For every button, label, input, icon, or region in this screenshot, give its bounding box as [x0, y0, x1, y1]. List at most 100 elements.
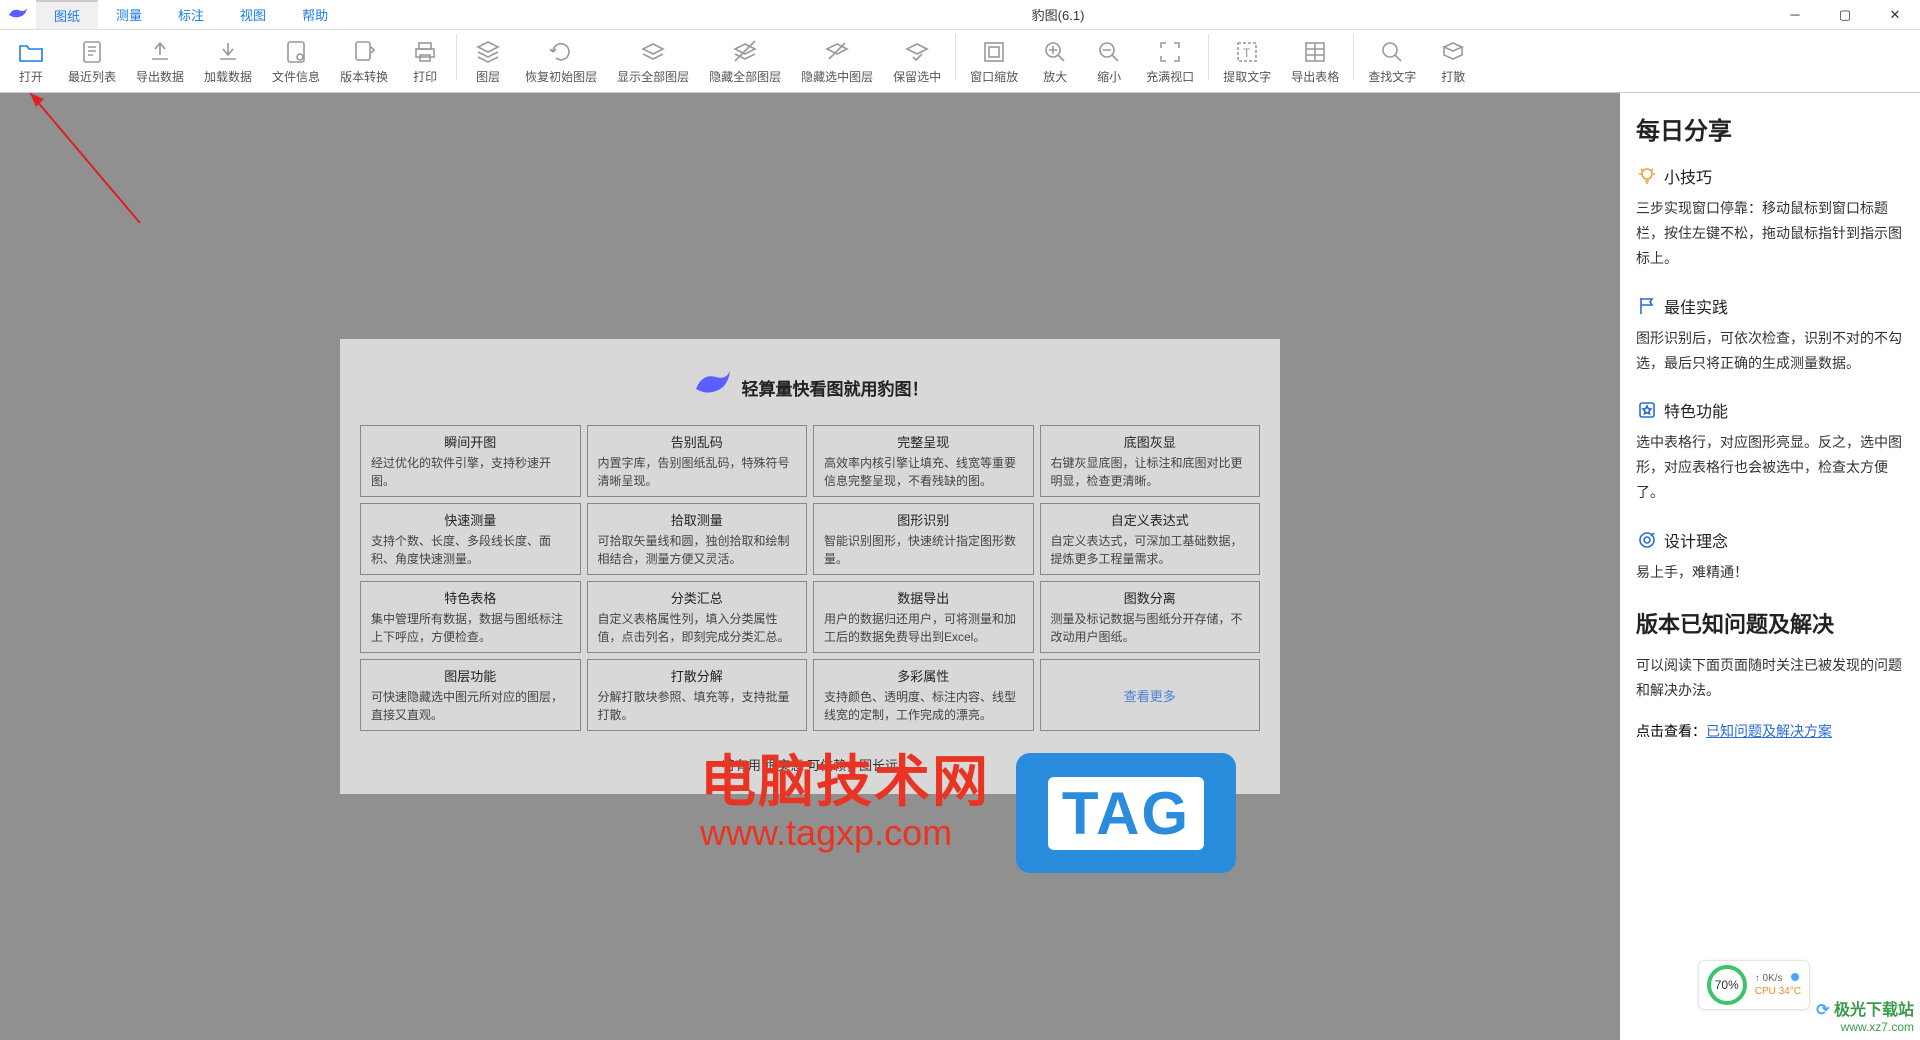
- feature-card: 图数分离测量及标记数据与图纸分开存储，不改动用户图纸。: [1040, 581, 1261, 653]
- ribbon-extract[interactable]: T提取文字: [1213, 34, 1281, 89]
- more-link[interactable]: 查看更多: [1124, 686, 1176, 705]
- ribbon-separator: [1208, 34, 1209, 80]
- issues-link-line: 点击查看：已知问题及解决方案: [1636, 721, 1904, 741]
- minimize-button[interactable]: ─: [1770, 0, 1820, 30]
- ribbon-fit[interactable]: 充满视口: [1136, 34, 1204, 89]
- tab-drawing[interactable]: 图纸: [36, 0, 98, 29]
- ribbon-label: 打散: [1441, 68, 1465, 85]
- target-icon: [1636, 529, 1658, 551]
- hideall-icon: [731, 38, 759, 66]
- feature-desc: 可拾取矢量线和圆，独创拾取和绘制相结合，测量方便又灵活。: [598, 532, 797, 568]
- feature-desc: 右键灰显底图，让标注和底图对比更明显，检查更清晰。: [1051, 454, 1250, 490]
- feature-desc: 可快速隐藏选中图元所对应的图层，直接又直观。: [371, 688, 570, 724]
- ribbon-label: 隐藏选中图层: [801, 68, 873, 85]
- ribbon-label: 充满视口: [1146, 68, 1194, 85]
- maximize-button[interactable]: ▢: [1820, 0, 1870, 30]
- ribbon-label: 显示全部图层: [617, 68, 689, 85]
- ribbon-layers[interactable]: 图层: [461, 34, 515, 89]
- feature-card: 底图灰显右键灰显底图，让标注和底图对比更明显，检查更清晰。: [1040, 425, 1261, 497]
- issues-heading: 版本已知问题及解决: [1636, 607, 1904, 639]
- side-section-title: 设计理念: [1664, 528, 1728, 552]
- ribbon-label: 恢复初始图层: [525, 68, 597, 85]
- tab-view[interactable]: 视图: [222, 0, 284, 29]
- ribbon-info[interactable]: 文件信息: [262, 34, 330, 89]
- system-monitor-widget[interactable]: 70% ↑ 0K/s CPU 34°C: [1698, 960, 1810, 1010]
- window-title: 豹图(6.1): [346, 5, 1770, 24]
- feature-title: 图层功能: [371, 666, 570, 685]
- ribbon-folder[interactable]: 打开: [4, 34, 58, 89]
- feature-card: 自定义表达式自定义表达式，可深加工基础数据，提炼更多工程量需求。: [1040, 503, 1261, 575]
- menu-tabs: 图纸 测量 标注 视图 帮助: [36, 0, 346, 29]
- import-icon: [214, 38, 242, 66]
- recent-icon: [78, 38, 106, 66]
- tab-annotate[interactable]: 标注: [160, 0, 222, 29]
- feature-desc: 测量及标记数据与图纸分开存储，不改动用户图纸。: [1051, 610, 1250, 646]
- annotation-arrow-icon: [30, 93, 150, 233]
- info-icon: [282, 38, 310, 66]
- ribbon-convert[interactable]: 版本转换: [330, 34, 398, 89]
- ribbon-recent[interactable]: 最近列表: [58, 34, 126, 89]
- folder-icon: [17, 38, 45, 66]
- feature-card: 数据导出用户的数据归还用户，可将测量和加工后的数据免费导出到Excel。: [813, 581, 1034, 653]
- feature-title: 特色表格: [371, 588, 570, 607]
- feature-card: 图形识别智能识别图形，快速统计指定图形数量。: [813, 503, 1034, 575]
- ribbon-label: 保留选中: [893, 68, 941, 85]
- feature-title: 图形识别: [824, 510, 1023, 529]
- ribbon-label: 导出表格: [1291, 68, 1339, 85]
- extract-icon: T: [1233, 38, 1261, 66]
- feature-card: 完整呈现高效率内核引擎让填充、线宽等重要信息完整呈现，不看残缺的图。: [813, 425, 1034, 497]
- zoomout-icon: [1095, 38, 1123, 66]
- feature-desc: 高效率内核引擎让填充、线宽等重要信息完整呈现，不看残缺的图。: [824, 454, 1023, 490]
- ribbon-restore[interactable]: 恢复初始图层: [515, 34, 607, 89]
- bulb-icon: [1636, 165, 1658, 187]
- close-button[interactable]: ✕: [1870, 0, 1920, 30]
- feature-card: 瞬间开图经过优化的软件引擎，支持秒速开图。: [360, 425, 581, 497]
- feature-card: 多彩属性支持颜色、透明度、标注内容、线型线宽的定制，工作完成的漂亮。: [813, 659, 1034, 731]
- feature-title: 自定义表达式: [1051, 510, 1250, 529]
- feature-card: 分类汇总自定义表格属性列，填入分类属性值，点击列名，即刻完成分类汇总。: [587, 581, 808, 653]
- hidesel-icon: [823, 38, 851, 66]
- ribbon-find[interactable]: 查找文字: [1358, 34, 1426, 89]
- tab-help[interactable]: 帮助: [284, 0, 346, 29]
- ribbon-showall[interactable]: 显示全部图层: [607, 34, 699, 89]
- feature-title: 瞬间开图: [371, 432, 570, 451]
- ribbon-zoomwin[interactable]: 窗口缩放: [960, 34, 1028, 89]
- ribbon-label: 缩小: [1097, 68, 1121, 85]
- side-section-title: 特色功能: [1664, 398, 1728, 422]
- ribbon-export[interactable]: 导出数据: [126, 34, 194, 89]
- tab-measure[interactable]: 测量: [98, 0, 160, 29]
- table-icon: [1301, 38, 1329, 66]
- feature-card: 拾取测量可拾取矢量线和圆，独创拾取和绘制相结合，测量方便又灵活。: [587, 503, 808, 575]
- ribbon-explode[interactable]: 打散: [1426, 34, 1480, 89]
- layers-icon: [474, 38, 502, 66]
- feature-title: 底图灰显: [1051, 432, 1250, 451]
- ribbon-zoomin[interactable]: 放大: [1028, 34, 1082, 89]
- ribbon-print[interactable]: 打印: [398, 34, 452, 89]
- issues-link[interactable]: 已知问题及解决方案: [1706, 723, 1832, 739]
- ribbon-label: 放大: [1043, 68, 1067, 85]
- watermark-site: 电脑技术网 www.tagxp.com: [700, 753, 990, 854]
- ribbon-hidesel[interactable]: 隐藏选中图层: [791, 34, 883, 89]
- ribbon-label: 查找文字: [1368, 68, 1416, 85]
- feature-title: 打散分解: [598, 666, 797, 685]
- feature-title: 多彩属性: [824, 666, 1023, 685]
- feature-more[interactable]: 查看更多: [1040, 659, 1261, 731]
- side-section-body: 三步实现窗口停靠：移动鼠标到窗口标题栏，按住左键不松，拖动鼠标指针到指示图标上。: [1636, 196, 1904, 272]
- title-bar: 图纸 测量 标注 视图 帮助 豹图(6.1) ─ ▢ ✕: [0, 0, 1920, 30]
- ribbon-label: 打开: [19, 68, 43, 85]
- ribbon-keep[interactable]: 保留选中: [883, 34, 951, 89]
- ribbon-separator: [456, 34, 457, 80]
- canvas-area[interactable]: 轻算量快看图就用豹图！ 瞬间开图经过优化的软件引擎，支持秒速开图。告别乱码内置字…: [0, 93, 1620, 1040]
- ribbon-import[interactable]: 加载数据: [194, 34, 262, 89]
- ribbon-table[interactable]: 导出表格: [1281, 34, 1349, 89]
- ribbon-label: 图层: [476, 68, 500, 85]
- ribbon-label: 文件信息: [272, 68, 320, 85]
- feature-desc: 分解打散块参照、填充等，支持批量打散。: [598, 688, 797, 724]
- ribbon-zoomout[interactable]: 缩小: [1082, 34, 1136, 89]
- feature-desc: 自定义表格属性列，填入分类属性值，点击列名，即刻完成分类汇总。: [598, 610, 797, 646]
- ribbon-hideall[interactable]: 隐藏全部图层: [699, 34, 791, 89]
- issues-body: 可以阅读下面页面随时关注已被发现的问题和解决办法。: [1636, 653, 1904, 703]
- side-section: 最佳实践图形识别后，可依次检查，识别不对的不勾选，最后只将正确的生成测量数据。: [1636, 294, 1904, 376]
- feature-card: 告别乱码内置字库，告别图纸乱码，特殊符号清晰呈现。: [587, 425, 808, 497]
- star-icon: [1636, 399, 1658, 421]
